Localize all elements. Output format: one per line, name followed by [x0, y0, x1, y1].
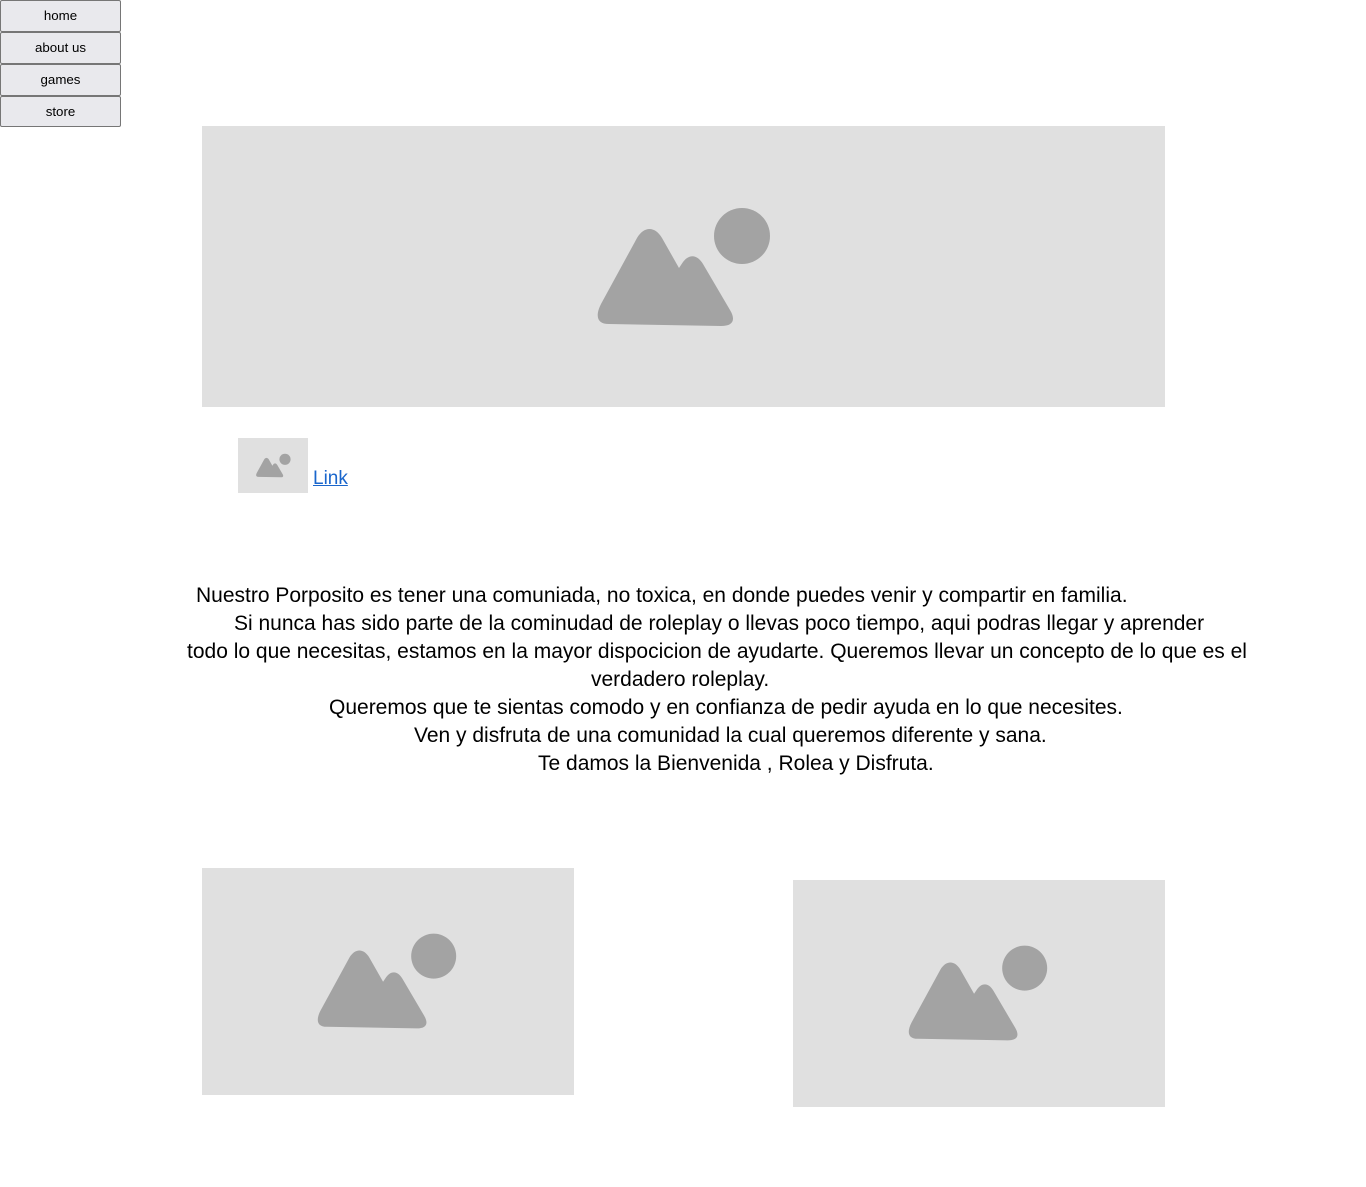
intro-line: Si nunca has sido parte de la cominudad …: [234, 612, 1205, 635]
nav-about-button[interactable]: about us: [0, 32, 121, 64]
intro-line: verdadero roleplay.: [591, 668, 770, 691]
image-placeholder-icon: [317, 933, 457, 1029]
intro-line: Ven y disfruta de una comunidad la cual …: [414, 724, 1047, 747]
link[interactable]: Link: [313, 468, 348, 490]
nav-games-button[interactable]: games: [0, 64, 121, 96]
card-image-right: [793, 880, 1165, 1107]
intro-line: todo lo que necesitas, estamos en la may…: [187, 640, 1247, 663]
page: home about us games store Link Nuestro P…: [0, 0, 1366, 1187]
intro-line: Te damos la Bienvenida , Rolea y Disfrut…: [538, 752, 934, 775]
image-placeholder-icon: [256, 453, 291, 478]
hero-image: [202, 126, 1165, 407]
thumbnail-image: [238, 438, 308, 493]
nav-store-button[interactable]: store: [0, 96, 121, 127]
card-image-left: [202, 868, 574, 1095]
intro-line: Nuestro Porposito es tener una comuniada…: [196, 584, 1128, 607]
image-placeholder-icon: [597, 208, 770, 326]
image-placeholder-icon: [908, 945, 1048, 1041]
nav-home-button[interactable]: home: [0, 0, 121, 32]
intro-text: Nuestro Porposito es tener una comuniada…: [180, 582, 1304, 778]
intro-line: Queremos que te sientas comodo y en conf…: [329, 696, 1123, 719]
